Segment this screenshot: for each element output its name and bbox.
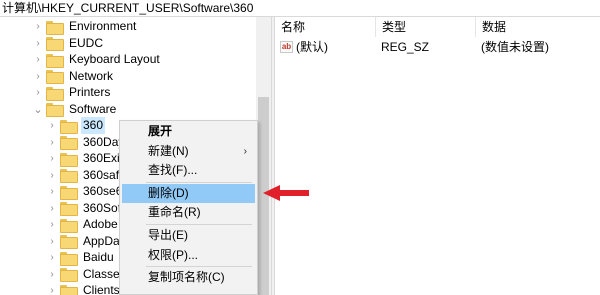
values-pane: 名称 类型 数据 ab (默认) REG_SZ (数值未设置) (275, 17, 600, 295)
tree-item-label: EUDC (69, 35, 104, 50)
tree-item-label: 360se6 (83, 184, 123, 198)
tree-item-label: 360 (81, 117, 106, 134)
tree-item-label: Printers (69, 85, 111, 99)
folder-icon (60, 202, 78, 216)
folder-icon (46, 53, 64, 68)
tree-item-baidu[interactable]: › Baidu (47, 249, 116, 266)
tree-item-label: Environment (69, 19, 137, 33)
tree-item-label: Adobe (83, 217, 118, 231)
menu-item-label: 权限(P)... (148, 247, 198, 262)
menu-item-label: 重命名(R) (148, 205, 201, 220)
chevron-right-icon[interactable]: › (47, 266, 57, 283)
string-value-icon: ab (280, 41, 293, 53)
tree-item-label: Clients (83, 283, 120, 295)
menu-item-export[interactable]: 导出(E) (122, 226, 255, 245)
menu-item-label: 删除(D) (148, 185, 189, 200)
chevron-right-icon[interactable]: › (47, 183, 57, 200)
folder-icon (60, 251, 78, 266)
folder-icon (60, 119, 78, 134)
tree-item-360se6[interactable]: › 360se6 (47, 183, 124, 200)
chevron-right-icon[interactable]: › (33, 51, 43, 68)
folder-icon (46, 86, 64, 101)
menu-item-rename[interactable]: 重命名(R) (122, 203, 255, 222)
menu-item-delete[interactable]: 删除(D) (122, 183, 255, 203)
tree-item-clients[interactable]: › Clients (47, 282, 122, 295)
value-name: (默认) (296, 40, 328, 54)
menu-separator (146, 224, 252, 225)
folder-icon (60, 218, 78, 233)
chevron-right-icon[interactable]: › (47, 167, 57, 184)
submenu-arrow-icon: › (243, 145, 247, 157)
tree-item-printers[interactable]: › Printers (33, 84, 112, 101)
chevron-right-icon[interactable]: › (33, 84, 43, 101)
address-bar[interactable]: 计算机\HKEY_CURRENT_USER\Software\360 (0, 0, 600, 17)
chevron-right-icon[interactable]: › (33, 68, 43, 85)
folder-icon (46, 103, 64, 117)
tree-item-label: Network (69, 68, 114, 83)
folder-icon (46, 37, 64, 51)
menu-item-expand[interactable]: 展开 (122, 122, 255, 141)
folder-icon (46, 70, 64, 84)
chevron-right-icon[interactable]: › (47, 134, 57, 151)
folder-icon (60, 268, 78, 282)
chevron-right-icon[interactable]: › (47, 117, 57, 134)
tree-item-software[interactable]: ⌄ Software (33, 101, 118, 118)
chevron-right-icon[interactable]: › (47, 200, 57, 217)
tree-item-360[interactable]: › 360 (47, 117, 106, 134)
tree-item-label: Keyboard Layout (69, 52, 160, 66)
chevron-down-icon[interactable]: ⌄ (33, 101, 43, 118)
tree-vertical-scrollbar[interactable] (256, 17, 271, 295)
menu-item-copy-key-name[interactable]: 复制项名称(C) (122, 268, 255, 287)
menu-item-label: 查找(F)... (148, 163, 198, 178)
context-menu: 展开新建(N) › 查找(F)... 删除(D) 重命名(R) 导出(E) 权限(P)...… (119, 120, 258, 295)
folder-icon (60, 136, 78, 150)
tree-item-label: Software (69, 101, 117, 116)
red-arrow-annotation (263, 185, 309, 201)
folder-icon (60, 185, 78, 200)
value-type: REG_SZ (381, 40, 430, 54)
folder-icon (60, 284, 78, 295)
value-row-default[interactable]: ab (默认) REG_SZ (数值未设置) (275, 38, 600, 56)
tree-item-environment[interactable]: › Environment (33, 18, 138, 35)
menu-item-find[interactable]: 查找(F)... (122, 161, 255, 180)
menu-item-label: 新建(N) (148, 143, 189, 158)
tree-item-classes[interactable]: › Classes (47, 266, 128, 283)
tree-item-keyboard-layout[interactable]: › Keyboard Layout (33, 51, 162, 68)
column-header-type[interactable]: 类型 (375, 17, 475, 37)
folder-icon (60, 152, 78, 167)
menu-item-new[interactable]: 新建(N) › (122, 142, 255, 161)
tree-item-360safe[interactable]: › 360safe (47, 167, 128, 184)
tree-item-network[interactable]: › Network (33, 68, 115, 85)
column-header-data[interactable]: 数据 (475, 17, 600, 37)
menu-item-label: 导出(E) (148, 228, 188, 242)
folder-icon (46, 20, 64, 35)
chevron-right-icon[interactable]: › (47, 249, 57, 266)
menu-item-label: 复制项名称(C) (148, 270, 225, 285)
chevron-right-icon[interactable]: › (33, 35, 43, 52)
tree-item-adobe[interactable]: › Adobe (47, 216, 120, 233)
menu-item-label: 展开 (148, 124, 173, 138)
menu-separator (146, 266, 252, 268)
chevron-right-icon[interactable]: › (33, 18, 43, 35)
column-header-name[interactable]: 名称 (275, 17, 375, 37)
value-data: (数值未设置) (481, 40, 549, 54)
folder-icon (60, 235, 78, 249)
folder-icon (60, 169, 78, 183)
menu-separator (146, 181, 252, 183)
chevron-right-icon[interactable]: › (47, 150, 57, 167)
chevron-right-icon[interactable]: › (47, 233, 57, 250)
tree-item-label: Baidu (83, 250, 114, 264)
chevron-right-icon[interactable]: › (47, 216, 57, 233)
menu-item-permissions[interactable]: 权限(P)... (122, 246, 255, 265)
tree-item-eudc[interactable]: › EUDC (33, 35, 105, 52)
chevron-right-icon[interactable]: › (47, 282, 57, 295)
